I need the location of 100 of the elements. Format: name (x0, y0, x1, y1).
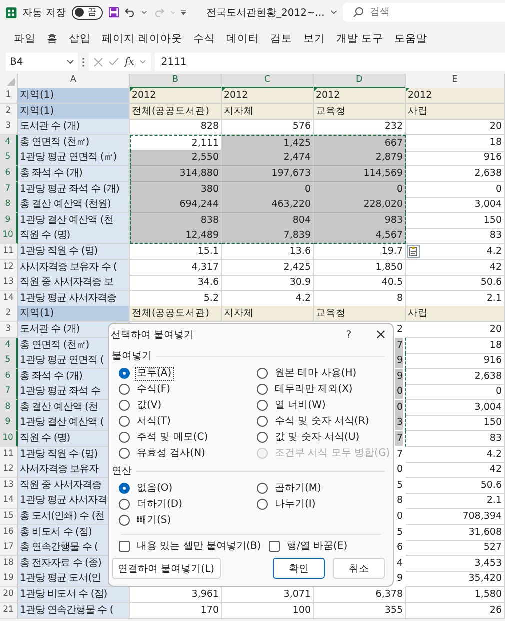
more-icon[interactable] (82, 58, 85, 66)
ribbon-tab[interactable]: 홈 (47, 32, 58, 46)
chevron-down-icon[interactable] (330, 10, 337, 15)
row-number[interactable]: 10 (0, 228, 18, 244)
option-label[interactable]: 더하기(D) (135, 498, 185, 512)
radio-button[interactable] (119, 499, 130, 510)
row-number[interactable]: 12 (0, 260, 18, 276)
checkbox-label[interactable]: 행/열 바꿈(E) (285, 540, 350, 554)
option-label[interactable]: 테두리만 제외(X) (273, 382, 355, 396)
row-number[interactable]: 9 (0, 212, 18, 229)
row-number[interactable]: 4 (0, 338, 18, 354)
ribbon-tab[interactable]: 수식 (193, 32, 216, 46)
row-number[interactable]: 7 (0, 384, 18, 400)
radio-button[interactable] (257, 432, 268, 443)
row-number[interactable]: 3 (0, 322, 18, 338)
row-number[interactable]: 11 (0, 446, 18, 463)
option-label[interactable]: 나누기(I) (273, 498, 318, 512)
checkbox[interactable] (269, 541, 280, 552)
radio-button[interactable] (119, 384, 130, 395)
option-label[interactable]: 수식 및 숫자 서식(R) (273, 414, 372, 428)
column-header[interactable]: C (222, 74, 314, 89)
row-number[interactable]: 14 (0, 493, 18, 510)
option-label[interactable]: 수식(F) (135, 382, 173, 396)
row-number[interactable]: 12 (0, 462, 18, 478)
radio-button[interactable] (257, 483, 268, 494)
radio-button[interactable] (257, 416, 268, 427)
ribbon-tab[interactable]: 삽입 (69, 32, 91, 46)
radio-button[interactable] (119, 515, 130, 526)
row-number[interactable]: 2 (0, 306, 18, 322)
dialog-button[interactable]: 확인 (273, 558, 325, 579)
file-name[interactable]: 전국도서관현황_2012~... (206, 6, 325, 20)
row-number[interactable]: 18 (0, 556, 18, 572)
row-number[interactable]: 19 (0, 571, 18, 588)
row-number[interactable]: 5 (0, 353, 18, 370)
option-label[interactable]: 서식(T) (135, 414, 173, 428)
row-number[interactable]: 16 (0, 524, 18, 541)
row-number[interactable]: 6 (0, 368, 18, 385)
ribbon-tab[interactable]: 검토 (270, 32, 292, 46)
column-header[interactable]: D (314, 74, 406, 89)
option-label[interactable]: 유효성 검사(N) (135, 446, 208, 460)
radio-button[interactable] (119, 483, 130, 494)
ribbon-tab[interactable]: 도움말 (394, 32, 428, 46)
check-icon[interactable] (109, 58, 119, 66)
option-label[interactable]: 빼기(S) (135, 514, 174, 528)
row-number[interactable]: 10 (0, 431, 18, 448)
row-number[interactable]: 21 (0, 602, 18, 619)
row-number[interactable]: 8 (0, 400, 18, 416)
row-number[interactable]: 9 (0, 415, 18, 432)
option-label[interactable]: 모두(A) (135, 366, 174, 380)
row-number[interactable]: 13 (0, 275, 18, 292)
row-number[interactable]: 2 (0, 104, 18, 120)
radio-button[interactable] (257, 499, 268, 510)
radio-button[interactable] (119, 368, 130, 379)
row-number[interactable]: 5 (0, 150, 18, 166)
option-label[interactable]: 값(V) (135, 398, 164, 412)
row-number[interactable]: 14 (0, 290, 18, 307)
radio-button[interactable] (119, 416, 130, 427)
chevron-down-icon[interactable] (67, 60, 74, 64)
ribbon-tab[interactable]: 보기 (303, 32, 326, 46)
option-label[interactable]: 없음(O) (135, 482, 175, 496)
formula-field[interactable]: 2111 (155, 53, 505, 71)
row-number[interactable]: 20 (0, 587, 18, 603)
radio-button[interactable] (119, 432, 130, 443)
close-button[interactable]: × (369, 327, 393, 343)
column-header[interactable]: B (130, 74, 222, 89)
undo-icon[interactable] (124, 6, 136, 19)
row-number[interactable]: 1 (0, 88, 18, 104)
save-icon[interactable] (108, 6, 119, 19)
row-number[interactable]: 15 (0, 509, 18, 526)
option-label[interactable]: 주석 및 메모(C) (135, 430, 210, 444)
row-number[interactable]: 11 (0, 244, 18, 260)
radio-button[interactable] (119, 400, 130, 411)
autosave-toggle[interactable]: 끔 (72, 6, 103, 20)
customize-icon[interactable] (181, 10, 186, 16)
option-label[interactable]: 곱하기(M) (273, 482, 324, 496)
option-label[interactable]: 원본 테마 사용(H) (273, 366, 359, 380)
ribbon-tab[interactable]: 개발 도구 (336, 32, 384, 46)
ribbon-tab[interactable]: 파일 (14, 32, 36, 46)
row-number[interactable]: 3 (0, 119, 18, 136)
option-label[interactable]: 값 및 숫자 서식(U) (273, 430, 362, 444)
caret-icon[interactable] (142, 10, 147, 14)
ribbon-tab[interactable]: 데이터 (226, 32, 260, 46)
search-field[interactable]: 검색 (343, 3, 505, 22)
row-number[interactable]: 13 (0, 478, 18, 494)
checkbox[interactable] (119, 541, 130, 552)
radio-button[interactable] (257, 400, 268, 411)
radio-button[interactable] (119, 448, 130, 459)
dialog-button[interactable]: 연결하여 붙여넣기(L) (112, 558, 221, 579)
paste-options-icon[interactable] (407, 244, 420, 258)
name-box[interactable]: B4 (6, 53, 78, 71)
row-number[interactable]: 6 (0, 166, 18, 182)
help-button[interactable]: ? (337, 330, 361, 340)
ribbon-tab[interactable]: 페이지 레이아웃 (102, 32, 182, 46)
radio-button[interactable] (257, 368, 268, 379)
row-number[interactable]: 7 (0, 182, 18, 198)
dialog-button[interactable]: 취소 (333, 558, 385, 579)
option-label[interactable]: 열 너비(W) (273, 398, 328, 412)
radio-button[interactable] (257, 384, 268, 395)
insert-function-button[interactable]: fx (125, 56, 134, 68)
row-number[interactable]: 17 (0, 540, 18, 556)
